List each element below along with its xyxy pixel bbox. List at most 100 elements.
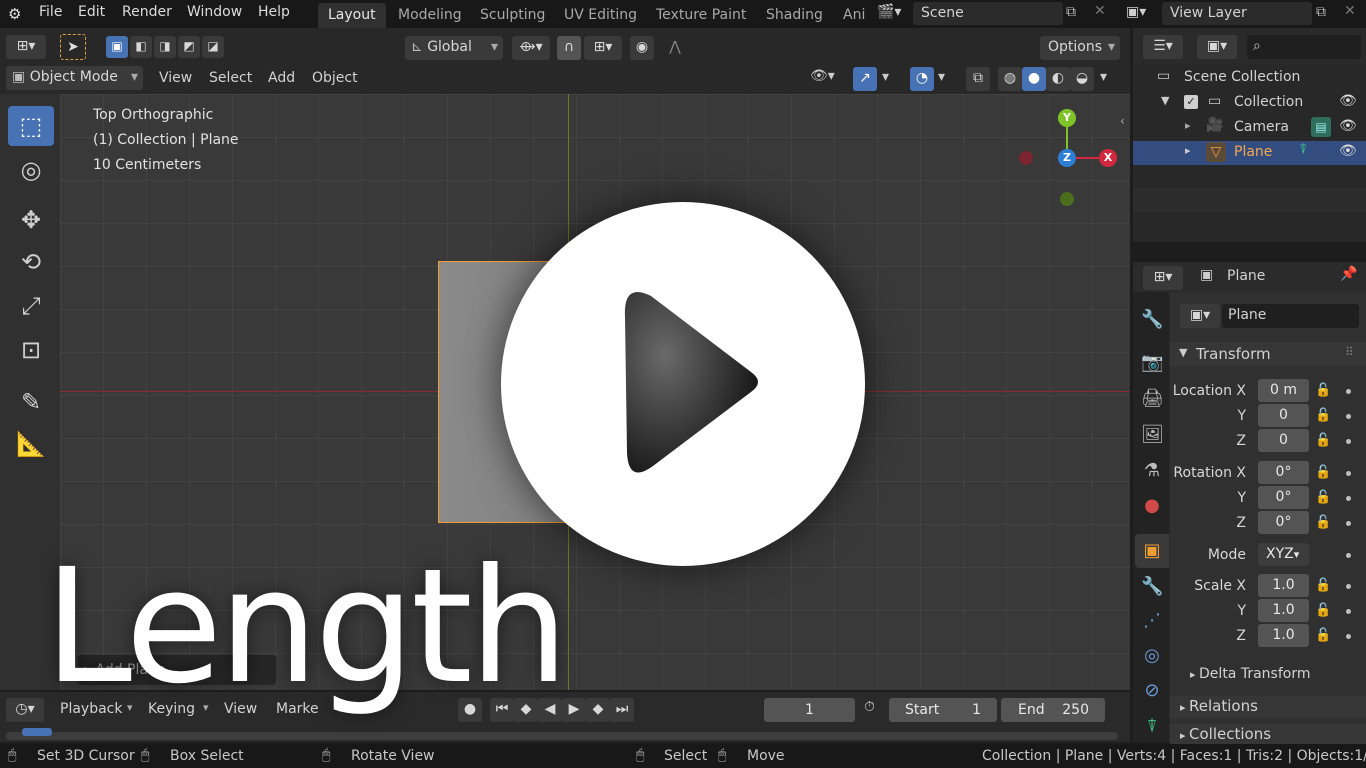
snap-toggle-icon[interactable]: ∩ [557,36,581,60]
stopwatch-icon[interactable]: ⏱ [864,699,875,715]
view-layer-properties-icon[interactable]: 🖼 [1141,424,1164,446]
xray-toggle-icon[interactable]: ⧉ [966,67,990,91]
drag-handle-icon[interactable]: ⠿ [1345,345,1354,359]
move-tool-icon[interactable]: ✥ [8,200,54,240]
display-mode-icon[interactable]: ▣▾ [1197,35,1237,59]
cursor-tool-icon[interactable]: ◎ [8,150,54,190]
lock-icon[interactable]: 🔓 [1315,628,1331,643]
delete-view-layer-icon[interactable]: ✕ [1344,3,1360,23]
eye-icon[interactable]: 👁 [1339,118,1357,134]
keyframe-dot-icon[interactable] [1346,471,1351,476]
gizmo-neg-y-handle[interactable] [1060,192,1074,206]
location-z-field[interactable]: 0 [1258,429,1309,452]
transform-tool-icon[interactable]: ⊡ [8,330,54,370]
delta-transform-panel[interactable]: ▸ Delta Transform [1190,666,1360,686]
keyframe-dot-icon[interactable] [1346,496,1351,501]
lock-icon[interactable]: 🔓 [1315,578,1331,593]
lock-icon[interactable]: 🔓 [1315,408,1331,423]
camera-data-icon[interactable]: ▤ [1311,117,1331,137]
shading-solid-icon[interactable]: ● [1022,67,1046,91]
eye-icon[interactable]: 👁 [1339,93,1357,109]
tab-sculpting[interactable]: Sculpting [470,3,555,28]
menu-edit[interactable]: Edit [78,4,105,20]
menu-window[interactable]: Window [187,4,242,20]
rotation-x-field[interactable]: 0° [1258,461,1309,484]
tab-shading[interactable]: Shading [756,3,833,28]
viewport-menu-add[interactable]: Add [268,70,295,86]
measure-tool-icon[interactable]: 📐 [8,424,54,464]
pin-icon[interactable]: 📌 [1340,266,1357,282]
shading-wireframe-icon[interactable]: ◍ [998,67,1022,91]
keyframe-dot-icon[interactable] [1346,609,1351,614]
rotate-tool-icon[interactable]: ⟲ [8,242,54,282]
view-layer-icon[interactable]: ▣▾ [1126,4,1160,24]
tool-settings-icon[interactable]: 🔧 [1141,309,1163,331]
collection-row[interactable]: ▼ ✓ ▭ Collection 👁 [1133,91,1366,115]
physics-properties-icon[interactable]: ◎ [1141,645,1163,667]
scale-y-field[interactable]: 1.0 [1258,599,1309,622]
falloff-icon[interactable]: ⋀ [660,36,690,60]
render-properties-icon[interactable]: 📷 [1141,352,1163,374]
new-scene-icon[interactable]: ⧉ [1066,4,1086,24]
timeline-scrollbar[interactable] [6,732,1118,740]
video-play-button[interactable] [501,202,865,566]
sidebar-toggle-icon[interactable]: ‹ [1120,114,1130,132]
scene-collection-row[interactable]: ▭ Scene Collection [1133,66,1366,90]
options-dropdown[interactable]: Options ▾ [1040,36,1120,60]
view-layer-field[interactable]: View Layer [1162,2,1312,25]
scene-properties-icon[interactable]: ⚗ [1141,460,1163,482]
output-properties-icon[interactable]: 🖨 [1141,388,1164,410]
select-box-tool-icon[interactable]: ⬚ [8,106,54,146]
plane-row[interactable]: ▸ ▽ Plane ⍒ 👁 [1133,141,1366,165]
selection-mode-intersect-icon[interactable]: ◪ [202,36,224,58]
keyframe-dot-icon[interactable] [1346,439,1351,444]
gizmo-y-handle[interactable]: Y [1058,109,1076,127]
menu-render[interactable]: Render [122,4,172,20]
outliner-search-input[interactable]: ⌕ [1247,35,1361,59]
location-y-field[interactable]: 0 [1258,404,1309,427]
keyframe-dot-icon[interactable] [1346,634,1351,639]
modifier-properties-icon[interactable]: 🔧 [1141,576,1163,598]
gizmo-dropdown-icon[interactable]: ▾ [882,69,896,89]
camera-row[interactable]: ▸ 🎥 Camera ▤ 👁 [1133,116,1366,140]
jump-end-icon[interactable]: ⏭ [610,698,634,722]
next-keyframe-icon[interactable]: ◆ [586,698,610,722]
gizmo-toggle-icon[interactable]: ↗ [853,67,877,91]
constraints-properties-icon[interactable]: ⊘ [1141,680,1163,702]
lock-icon[interactable]: 🔓 [1315,515,1331,530]
scene-selector-icon[interactable]: 🎬▾ [877,4,911,24]
menu-help[interactable]: Help [258,4,290,20]
scale-z-field[interactable]: 1.0 [1258,624,1309,647]
object-name-field[interactable]: Plane [1222,304,1359,328]
keyframe-dot-icon[interactable] [1346,584,1351,589]
particles-properties-icon[interactable]: ⋰ [1141,610,1163,632]
object-properties-icon[interactable]: ▣ [1141,540,1163,562]
viewport-menu-object[interactable]: Object [312,70,358,86]
shading-dropdown-icon[interactable]: ▾ [1100,69,1114,89]
pivot-point-icon[interactable]: ⟴▾ [512,36,550,60]
editor-type-icon[interactable]: ⊞▾ [6,35,46,59]
relations-panel[interactable]: ▸ Relations [1170,696,1366,718]
selection-mode-subtract-icon[interactable]: ◨ [154,36,176,58]
tab-uv-editing[interactable]: UV Editing [554,3,647,28]
mesh-data-icon[interactable]: ⍒ [1299,142,1307,158]
gizmo-neg-x-handle[interactable] [1019,151,1033,165]
rotation-z-field[interactable]: 0° [1258,511,1309,534]
scene-field[interactable]: Scene [913,2,1063,25]
object-mode-dropdown[interactable]: ▣ Object Mode ▾ [6,66,143,90]
viewport-menu-select[interactable]: Select [209,70,252,86]
expand-arrow-icon[interactable]: ▸ [1185,119,1191,132]
navigation-gizmo[interactable]: Y Z X [1016,106,1117,206]
annotate-tool-icon[interactable]: ✎ [8,382,54,422]
collections-panel[interactable]: ▸ Collections [1170,724,1366,744]
timeline-editor-icon[interactable]: ◷▾ [6,698,44,722]
outliner-editor-icon[interactable]: ☰▾ [1143,35,1183,59]
gizmo-x-handle[interactable]: X [1099,149,1117,167]
tab-modeling[interactable]: Modeling [388,3,472,28]
tab-texture-paint[interactable]: Texture Paint [646,3,756,28]
lock-icon[interactable]: 🔓 [1315,433,1331,448]
frame-end-field[interactable]: End 250 [1001,698,1105,722]
collection-checkbox[interactable]: ✓ [1184,95,1198,109]
transform-panel-header[interactable]: ▼ Transform ⠿ [1170,342,1366,366]
lock-icon[interactable]: 🔓 [1315,383,1331,398]
